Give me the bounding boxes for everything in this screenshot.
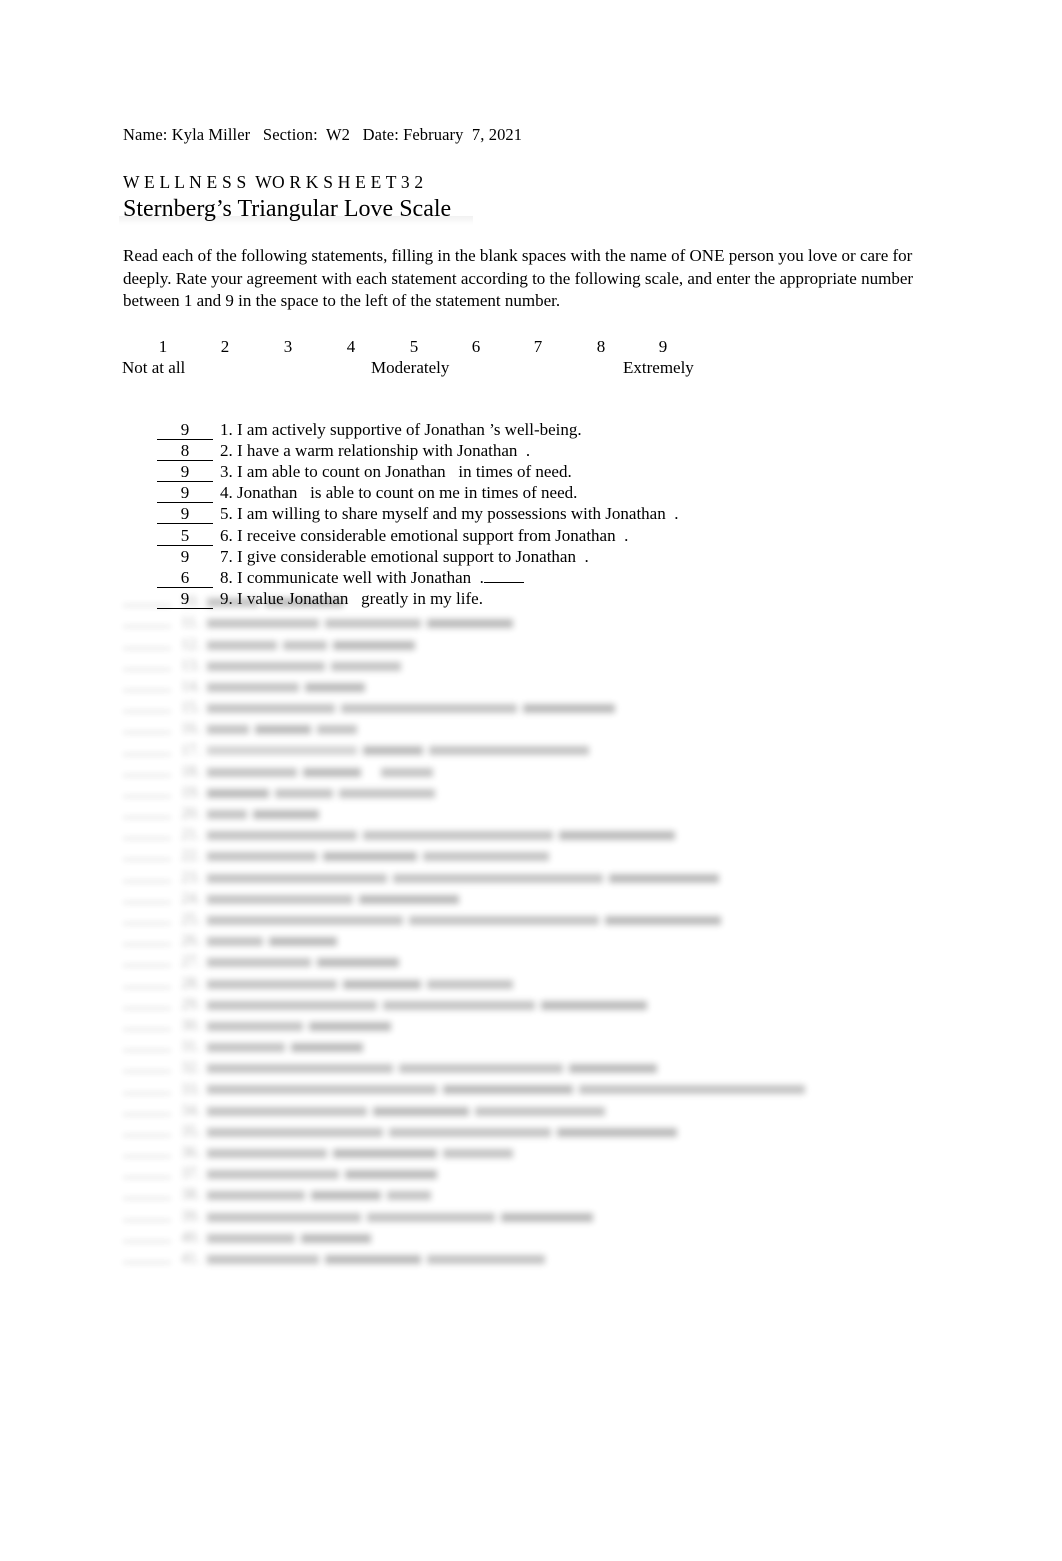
scale-number-7: 7: [533, 336, 543, 356]
scale-number-5: 5: [409, 336, 419, 356]
scale-label-mid: Moderately: [371, 357, 450, 377]
rating-scale: 1 2 3 4 5 6 7 8 9 Not at all Moderately …: [122, 336, 743, 381]
statement-answer-blank[interactable]: 8: [157, 441, 213, 461]
scale-number-6: 6: [471, 336, 481, 356]
statement-text: I give considerable emotional support to…: [237, 546, 589, 566]
statement-answer-blank[interactable]: 6: [157, 568, 213, 589]
statement-number: 5.: [220, 504, 233, 524]
statement-text: I have a warm relationship with Jonathan…: [237, 440, 531, 460]
page-title: Sternberg’s Triangular Love Scale: [118, 196, 474, 225]
statement-text: I am willing to share myself and my poss…: [237, 504, 679, 524]
statement-text: I receive considerable emotional support…: [237, 525, 629, 545]
scale-label-low: Not at all: [122, 357, 186, 377]
statement-number: 6.: [220, 525, 233, 545]
rating-scale-numbers: 1 2 3 4 5 6 7 8 9: [123, 336, 743, 357]
statement-answer-blank[interactable]: 9: [157, 547, 213, 566]
worksheet-number-label: W E L L N E S S WO R K S H E E T 3 2: [123, 172, 424, 192]
statement-answer-blank[interactable]: 5: [157, 526, 213, 546]
statement-answer-blank[interactable]: 9: [157, 420, 213, 440]
obscured-content-region: 10. 11. 12. 13. 14. 15. 16. 17. 18. 19. …: [123, 591, 923, 1269]
scale-number-4: 4: [346, 336, 356, 356]
scale-number-1: 1: [158, 336, 168, 356]
statement-number: 4.: [220, 483, 233, 503]
statement-number: 2.: [220, 440, 233, 460]
statement-number: 8.: [220, 568, 233, 588]
scale-number-2: 2: [220, 336, 230, 356]
statement-text: Jonathan is able to count on me in times…: [237, 483, 578, 503]
student-meta-line: Name: Kyla Miller Section: W2 Date: Febr…: [123, 125, 523, 144]
statement-number: 7.: [220, 546, 233, 566]
statement-trailing-blank[interactable]: [483, 582, 524, 584]
statement-answer-blank[interactable]: 9: [157, 483, 213, 504]
statement-text: I communicate well with Jonathan .: [237, 568, 484, 588]
scale-number-8: 8: [596, 336, 606, 356]
statement-text: I am actively supportive of Jonathan ’s …: [237, 419, 582, 439]
instructions-paragraph: Read each of the following statements, f…: [123, 246, 914, 310]
scale-label-high: Extremely: [623, 357, 694, 377]
statement-answer-blank[interactable]: 9: [157, 462, 213, 483]
document-content: Name: Kyla Miller Section: W2 Date: Febr…: [118, 125, 923, 1269]
statement-text: I am able to count on Jonathan in times …: [237, 462, 572, 482]
statement-number: 1.: [220, 419, 233, 439]
scale-number-3: 3: [283, 336, 293, 356]
rating-scale-labels: Not at all Moderately Extremely: [122, 357, 743, 379]
document-page: Name: Kyla Miller Section: W2 Date: Febr…: [0, 0, 1062, 1561]
statement-list: 9 1. I am actively supportive of Jonathan…: [123, 398, 923, 610]
statement-row: 9 1. I am actively supportive of Jonathan…: [123, 398, 923, 440]
scale-number-9: 9: [658, 336, 668, 356]
obscured-content-inner: 10. 11. 12. 13. 14. 15. 16. 17. 18. 19. …: [123, 591, 923, 1269]
statement-answer-blank[interactable]: 9: [157, 504, 213, 525]
statement-number: 3.: [220, 462, 233, 482]
